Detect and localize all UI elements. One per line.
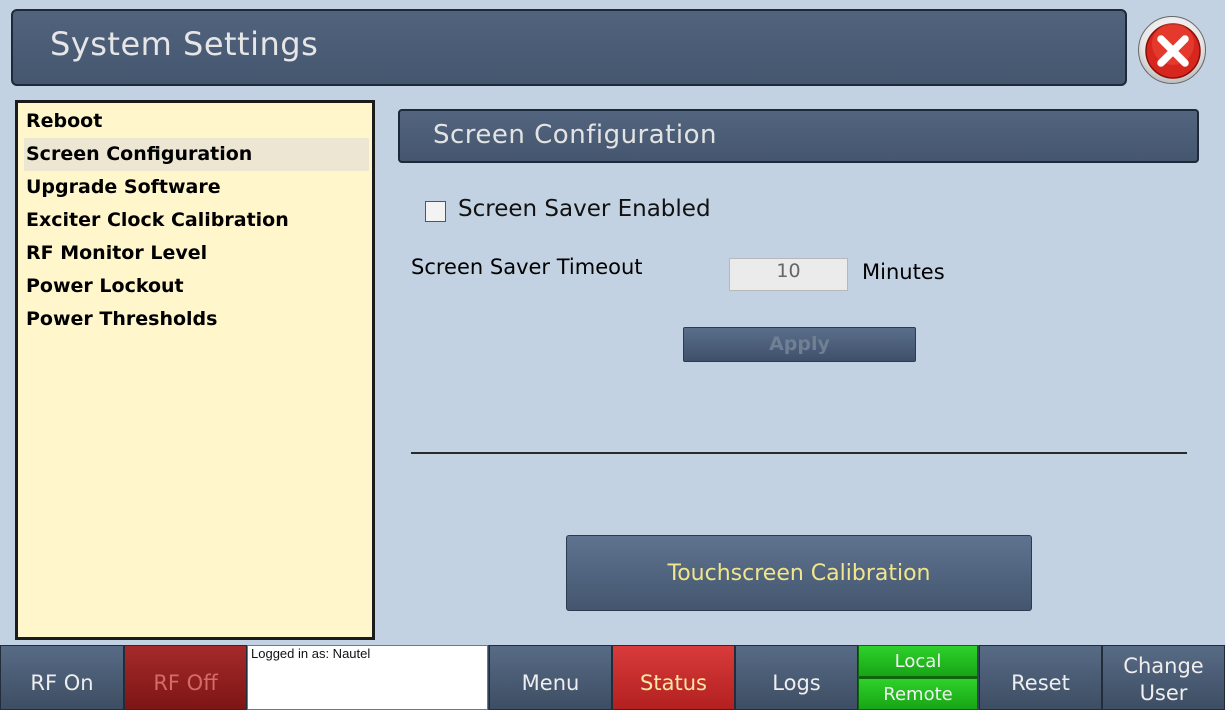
divider (411, 452, 1187, 454)
change-user-label-line1: Change (1123, 654, 1204, 678)
status-button[interactable]: Status (612, 645, 735, 710)
change-user-button[interactable]: Change User (1102, 645, 1225, 710)
sidebar-item-upgrade-software[interactable]: Upgrade Software (24, 171, 369, 204)
change-user-label-line2: User (1139, 681, 1188, 705)
menu-label: Menu (521, 671, 580, 695)
settings-sidebar: Reboot Screen Configuration Upgrade Soft… (15, 100, 375, 640)
panel-title: Screen Configuration (433, 120, 717, 150)
close-icon (1145, 23, 1201, 79)
reset-button[interactable]: Reset (979, 645, 1102, 710)
settings-window: System Settings Reboot Screen Configurat… (0, 0, 1225, 645)
menu-button[interactable]: Menu (489, 645, 612, 710)
sidebar-item-rf-monitor-level[interactable]: RF Monitor Level (24, 237, 369, 270)
local-button[interactable]: Local (858, 645, 978, 677)
screen-saver-label: Screen Saver Enabled (458, 196, 711, 222)
rf-off-button[interactable]: RF Off (124, 645, 247, 710)
touchscreen-calibration-button[interactable]: Touchscreen Calibration (566, 535, 1032, 611)
logs-label: Logs (772, 671, 821, 695)
sidebar-item-power-lockout[interactable]: Power Lockout (24, 270, 369, 303)
close-button[interactable] (1138, 16, 1206, 84)
title-bar: System Settings (11, 9, 1127, 86)
timeout-unit-label: Minutes (862, 260, 945, 284)
timeout-input[interactable]: 10 (729, 258, 848, 291)
rf-on-label: RF On (30, 671, 94, 695)
screen-saver-checkbox[interactable] (425, 201, 446, 222)
timeout-label: Screen Saver Timeout (411, 255, 643, 279)
reset-label: Reset (1011, 671, 1070, 695)
logged-in-status: Logged in as: Nautel (247, 645, 488, 710)
remote-button[interactable]: Remote (858, 678, 978, 710)
logs-button[interactable]: Logs (735, 645, 858, 710)
rf-off-label: RF Off (153, 671, 218, 695)
sidebar-item-power-thresholds[interactable]: Power Thresholds (24, 303, 369, 336)
apply-button[interactable]: Apply (683, 327, 916, 362)
sidebar-item-exciter-clock-calibration[interactable]: Exciter Clock Calibration (24, 204, 369, 237)
panel-header: Screen Configuration (398, 109, 1199, 163)
status-label: Status (640, 671, 707, 695)
sidebar-item-reboot[interactable]: Reboot (24, 105, 369, 138)
window-title: System Settings (50, 25, 319, 63)
sidebar-item-screen-configuration[interactable]: Screen Configuration (24, 138, 369, 171)
rf-on-button[interactable]: RF On (0, 645, 124, 710)
